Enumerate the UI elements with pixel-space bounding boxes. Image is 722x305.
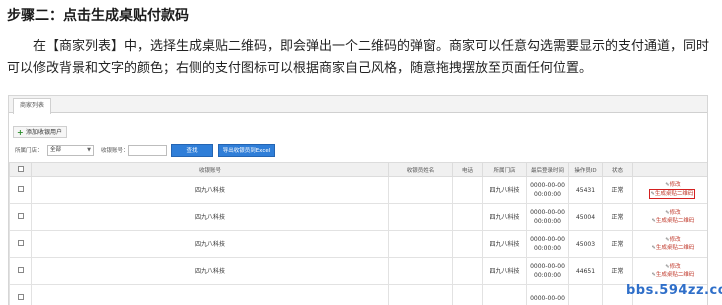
edit-link[interactable]: ✎修改 [637, 236, 707, 244]
row-checkbox[interactable] [17, 239, 24, 246]
header-operator-id: 操作员ID [568, 162, 603, 177]
row-account: 四九八科技 [31, 257, 389, 285]
site-watermark: bbs.594zz.com [626, 283, 722, 298]
generate-qr-link[interactable]: ✎生成桌贴二维码 [637, 271, 707, 279]
merchant-list-panel: 商家列表 + 添加收银用户 所属门店： 全部 ▼ 收银账号： 查找 导出收银员到… [8, 95, 708, 305]
row-store: 四九八科技 [482, 176, 527, 204]
row-operator-id: 45003 [568, 230, 603, 258]
step-title: 步骤二：点击生成桌贴付款码 [7, 8, 189, 24]
generate-qr-link[interactable]: ✎生成桌贴二维码 [637, 217, 707, 225]
generate-qr-link[interactable]: ✎生成桌贴二维码 [648, 189, 696, 199]
table-row: 四九八科技 四九八科技 0000-00-00 00:00:00 45431 正常 … [9, 176, 707, 204]
row-status: 正常 [602, 176, 633, 204]
select-all-checkbox[interactable] [17, 165, 24, 172]
row-operator-id [568, 284, 603, 305]
search-button[interactable]: 查找 [171, 144, 213, 157]
edit-link[interactable]: ✎修改 [637, 181, 707, 189]
row-phone [452, 257, 483, 285]
row-checkbox[interactable] [17, 185, 24, 192]
store-select[interactable]: 全部 ▼ [47, 145, 94, 156]
row-last-login: 0000-00-00 00:00:00 [526, 203, 569, 231]
row-last-login: 0000-00-00 00:00:00 [526, 257, 569, 285]
row-store: 四九八科技 [482, 257, 527, 285]
row-name [388, 230, 453, 258]
row-name [388, 203, 453, 231]
edit-link[interactable]: ✎修改 [637, 263, 707, 271]
row-status: 正常 [602, 203, 633, 231]
edit-link[interactable]: ✎修改 [637, 209, 707, 217]
row-actions: ✎修改 ✎生成桌贴二维码 [632, 230, 707, 258]
row-operator-id: 45004 [568, 203, 603, 231]
row-phone [452, 203, 483, 231]
row-checkbox[interactable] [17, 266, 24, 273]
row-account: 四九八科技 [31, 203, 389, 231]
export-excel-button[interactable]: 导出收银员到Excel [218, 144, 275, 157]
row-account [31, 284, 389, 305]
tab-merchant-list[interactable]: 商家列表 [13, 98, 52, 114]
row-phone [452, 176, 483, 204]
row-name [388, 176, 453, 204]
row-checkbox[interactable] [17, 293, 24, 300]
description-paragraph: 在【商家列表】中，选择生成桌贴二维码，即会弹出一个二维码的弹窗。商家可以任意勾选… [7, 39, 710, 76]
row-last-login: 0000-00-00 00:00:00 [526, 230, 569, 258]
row-checkbox[interactable] [17, 212, 24, 219]
row-actions: ✎修改 ✎生成桌贴二维码 [632, 203, 707, 231]
row-phone [452, 230, 483, 258]
row-actions: ✎修改 ✎生成桌贴二维码 [632, 176, 707, 204]
row-account: 四九八科技 [31, 176, 389, 204]
store-select-value: 全部 [50, 147, 62, 153]
header-account: 收银账号 [31, 162, 389, 177]
row-last-login: 0000-00-00 [526, 284, 569, 305]
header-last-login: 最后登录时间 [526, 162, 569, 177]
chevron-down-icon: ▼ [87, 147, 91, 153]
add-cashier-button[interactable]: + 添加收银用户 [13, 126, 68, 138]
table-row: 四九八科技 四九八科技 0000-00-00 00:00:00 44651 正常 … [9, 257, 707, 285]
store-filter-label: 所属门店： [15, 148, 43, 154]
row-name [388, 284, 453, 305]
row-operator-id: 44651 [568, 257, 603, 285]
header-phone: 电话 [452, 162, 483, 177]
generate-qr-link[interactable]: ✎生成桌贴二维码 [637, 244, 707, 252]
row-operator-id: 45431 [568, 176, 603, 204]
row-status: 正常 [602, 257, 633, 285]
row-store: 四九八科技 [482, 230, 527, 258]
table-row: 四九八科技 四九八科技 0000-00-00 00:00:00 45003 正常 … [9, 230, 707, 258]
account-filter-label: 收银账号： [101, 148, 129, 154]
row-phone [452, 284, 483, 305]
row-account: 四九八科技 [31, 230, 389, 258]
table-row: 0000-00-00 [9, 284, 707, 305]
tab-bar: 商家列表 [9, 96, 707, 114]
header-name: 收银员姓名 [388, 162, 453, 177]
row-actions: ✎修改 ✎生成桌贴二维码 [632, 257, 707, 285]
table-row: 四九八科技 四九八科技 0000-00-00 00:00:00 45004 正常 … [9, 203, 707, 231]
header-checkbox-cell[interactable] [9, 162, 32, 177]
account-input[interactable] [128, 145, 167, 156]
header-status: 状态 [602, 162, 633, 177]
row-store [482, 284, 527, 305]
table-header-row: 收银账号 收银员姓名 电话 所属门店 最后登录时间 操作员ID 状态 [9, 162, 707, 177]
row-last-login: 0000-00-00 00:00:00 [526, 176, 569, 204]
row-store: 四九八科技 [482, 203, 527, 231]
header-actions [632, 162, 707, 177]
cashier-table: 收银账号 收银员姓名 电话 所属门店 最后登录时间 操作员ID 状态 四九八科技… [9, 162, 707, 305]
filter-bar: 所属门店： 全部 ▼ 收银账号： 查找 导出收银员到Excel [9, 144, 707, 158]
row-name [388, 257, 453, 285]
add-cashier-label: 添加收银用户 [26, 129, 63, 136]
plus-icon: + [17, 128, 24, 137]
header-store: 所属门店 [482, 162, 527, 177]
row-status: 正常 [602, 230, 633, 258]
